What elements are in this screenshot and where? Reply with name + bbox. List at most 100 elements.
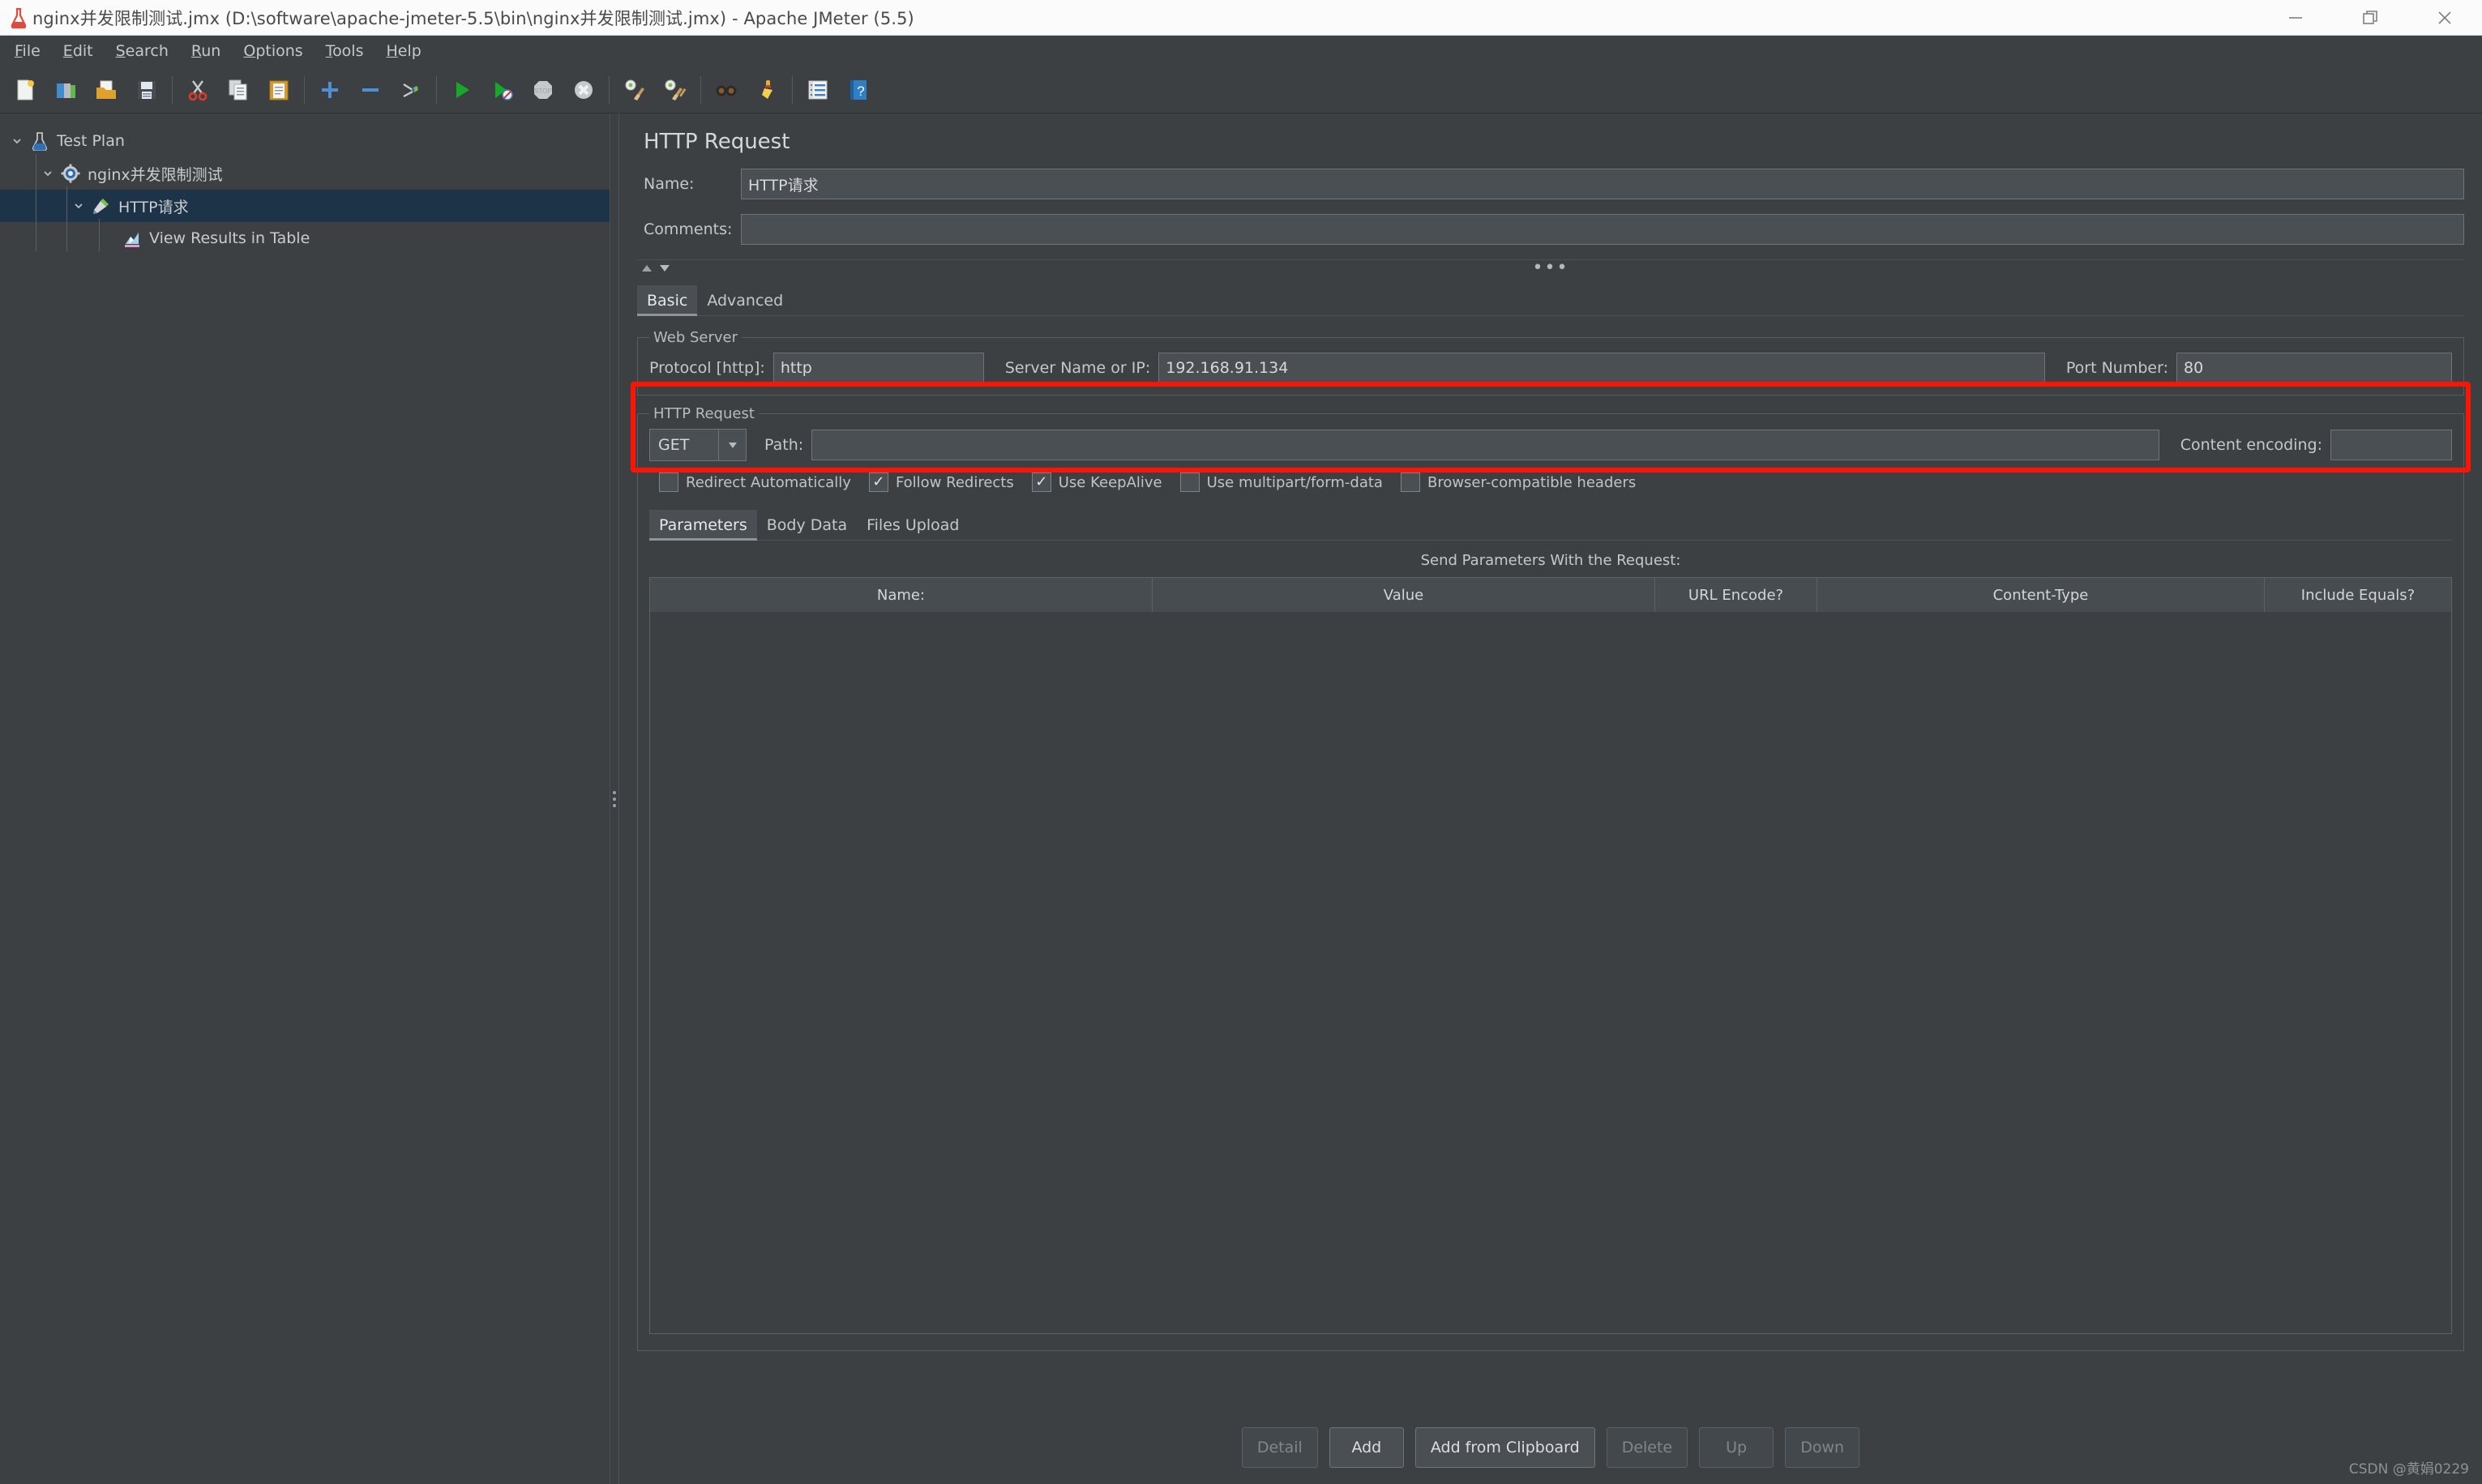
column-header-url-encode[interactable]: URL Encode? xyxy=(1655,578,1817,612)
tab-basic[interactable]: Basic xyxy=(637,285,698,316)
menu-search[interactable]: Search xyxy=(105,39,180,63)
comments-input[interactable] xyxy=(741,214,2464,245)
checkbox-use-keepalive[interactable] xyxy=(1031,473,1051,492)
svg-text:?: ? xyxy=(857,83,864,99)
drag-dots-icon[interactable]: ••• xyxy=(1533,259,1569,276)
name-input[interactable]: HTTP请求 xyxy=(741,169,2464,199)
parameters-table-header: Name: Value URL Encode? Content-Type Inc… xyxy=(650,578,2451,612)
server-name-input[interactable]: 192.168.91.134 xyxy=(1158,353,2045,383)
cut-icon[interactable] xyxy=(178,71,218,109)
name-label: Name: xyxy=(644,175,695,193)
chevron-down-icon[interactable] xyxy=(6,135,28,147)
column-header-value[interactable]: Value xyxy=(1153,578,1655,612)
send-parameters-label: Send Parameters With the Request: xyxy=(1420,552,1681,569)
checkbox-browser-compatible-headers[interactable] xyxy=(1400,473,1420,492)
help-icon[interactable]: ? xyxy=(838,71,879,109)
port-number-input[interactable]: 80 xyxy=(2176,353,2452,383)
menu-tools[interactable]: Tools xyxy=(315,39,375,63)
start-no-pauses-icon[interactable] xyxy=(482,71,523,109)
tree-node-view-results-in-table[interactable]: View Results in Table xyxy=(0,222,610,254)
content-encoding-label: Content encoding: xyxy=(2180,436,2322,454)
shutdown-icon[interactable] xyxy=(563,71,604,109)
title-bar: nginx并发限制测试.jmx (D:\software\apache-jmet… xyxy=(0,0,2482,36)
chevron-down-icon[interactable] xyxy=(68,200,89,212)
section-collapse-strip[interactable]: ••• xyxy=(637,259,2464,276)
path-input[interactable] xyxy=(811,430,2159,460)
minimize-icon[interactable] xyxy=(2258,0,2333,35)
menu-file[interactable]: File xyxy=(3,39,52,63)
detail-button[interactable]: Detail xyxy=(1241,1427,1318,1468)
down-button[interactable]: Down xyxy=(1785,1427,1860,1468)
toolbar-separator xyxy=(700,75,701,104)
splitter-handle-icon[interactable] xyxy=(613,790,616,807)
expand-all-icon[interactable] xyxy=(310,71,350,109)
templates-icon[interactable] xyxy=(45,71,86,109)
parameters-table-body[interactable] xyxy=(650,612,2451,1333)
http-request-group: HTTP Request GET Path: Content encoding:… xyxy=(637,405,2464,1351)
http-method-value: GET xyxy=(658,436,690,454)
parameters-tabs: Parameters Body Data Files Upload xyxy=(649,507,2452,541)
close-icon[interactable] xyxy=(2407,0,2482,35)
stop-icon[interactable]: STOP xyxy=(523,71,563,109)
reset-search-icon[interactable] xyxy=(747,71,787,109)
path-label: Path: xyxy=(764,436,804,454)
http-sampler-icon xyxy=(89,196,113,216)
copy-icon[interactable] xyxy=(218,71,259,109)
delete-button[interactable]: Delete xyxy=(1606,1427,1688,1468)
collapse-arrows[interactable] xyxy=(640,263,671,273)
tab-body-data[interactable]: Body Data xyxy=(757,510,857,540)
panel-splitter[interactable] xyxy=(610,113,619,1484)
checkbox-redirect-automatically[interactable] xyxy=(659,473,678,492)
chevron-down-icon[interactable] xyxy=(37,168,58,179)
content-encoding-input[interactable] xyxy=(2330,430,2452,460)
jmeter-icon xyxy=(5,7,32,28)
clear-icon[interactable] xyxy=(614,71,655,109)
checkbox-use-multipart-form-data[interactable] xyxy=(1179,473,1200,492)
tree-node-label: nginx并发限制测试 xyxy=(88,165,223,184)
checkbox-label-redirect-automatically: Redirect Automatically xyxy=(686,473,851,491)
collapse-all-icon[interactable] xyxy=(350,71,391,109)
function-helper-icon[interactable] xyxy=(798,71,838,109)
tab-advanced[interactable]: Advanced xyxy=(697,285,793,315)
menu-options[interactable]: Options xyxy=(232,39,314,63)
checkbox-label-follow-redirects: Follow Redirects xyxy=(895,473,1014,491)
restore-icon[interactable] xyxy=(2333,0,2407,35)
http-method-select[interactable]: GET xyxy=(649,429,747,461)
column-header-name[interactable]: Name: xyxy=(650,578,1153,612)
clear-all-icon[interactable] xyxy=(655,71,695,109)
column-header-include-equals[interactable]: Include Equals? xyxy=(2265,578,2451,612)
save-icon[interactable] xyxy=(126,71,167,109)
tree-node-test-plan[interactable]: Test Plan xyxy=(0,125,610,157)
protocol-label: Protocol [http]: xyxy=(649,359,765,377)
checkbox-follow-redirects[interactable] xyxy=(868,473,888,492)
web-server-fields: Protocol [http]: http Server Name or IP:… xyxy=(649,353,2452,383)
tree-node-thread-group[interactable]: nginx并发限制测试 xyxy=(0,157,610,190)
start-icon[interactable] xyxy=(442,71,482,109)
protocol-input[interactable]: http xyxy=(772,353,984,383)
add-from-clipboard-button[interactable]: Add from Clipboard xyxy=(1414,1427,1595,1468)
tree-node-http-request[interactable]: HTTP请求 xyxy=(0,190,610,222)
chevron-down-icon[interactable] xyxy=(718,430,746,460)
toggle-icon[interactable] xyxy=(391,71,431,109)
column-header-content-type[interactable]: Content-Type xyxy=(1817,578,2265,612)
http-request-editor: HTTP Request Name: HTTP请求 Comments: ••• … xyxy=(619,113,2482,1484)
tab-files-upload[interactable]: Files Upload xyxy=(857,510,969,540)
tab-parameters[interactable]: Parameters xyxy=(649,510,757,541)
new-test-plan-icon[interactable] xyxy=(5,71,45,109)
menu-run[interactable]: Run xyxy=(180,39,232,63)
parameters-table[interactable]: Name: Value URL Encode? Content-Type Inc… xyxy=(649,577,2452,1334)
checkbox-label-use-keepalive: Use KeepAlive xyxy=(1058,473,1162,491)
menu-help[interactable]: Help xyxy=(375,39,433,63)
add-button[interactable]: Add xyxy=(1329,1427,1404,1468)
tree-node-label: View Results in Table xyxy=(149,229,310,247)
up-button[interactable]: Up xyxy=(1699,1427,1774,1468)
window-controls xyxy=(2258,0,2482,35)
tree-guide-line xyxy=(99,219,100,251)
main-area: Test Plan nginx并发限制测试 HTTP请求 View Result… xyxy=(0,113,2482,1484)
paste-icon[interactable] xyxy=(259,71,299,109)
menu-edit[interactable]: Edit xyxy=(52,39,105,63)
basic-advanced-tabs: Basic Advanced xyxy=(637,282,2464,316)
test-plan-tree[interactable]: Test Plan nginx并发限制测试 HTTP请求 View Result… xyxy=(0,113,610,1484)
search-icon[interactable] xyxy=(706,71,747,109)
open-icon[interactable] xyxy=(86,71,126,109)
